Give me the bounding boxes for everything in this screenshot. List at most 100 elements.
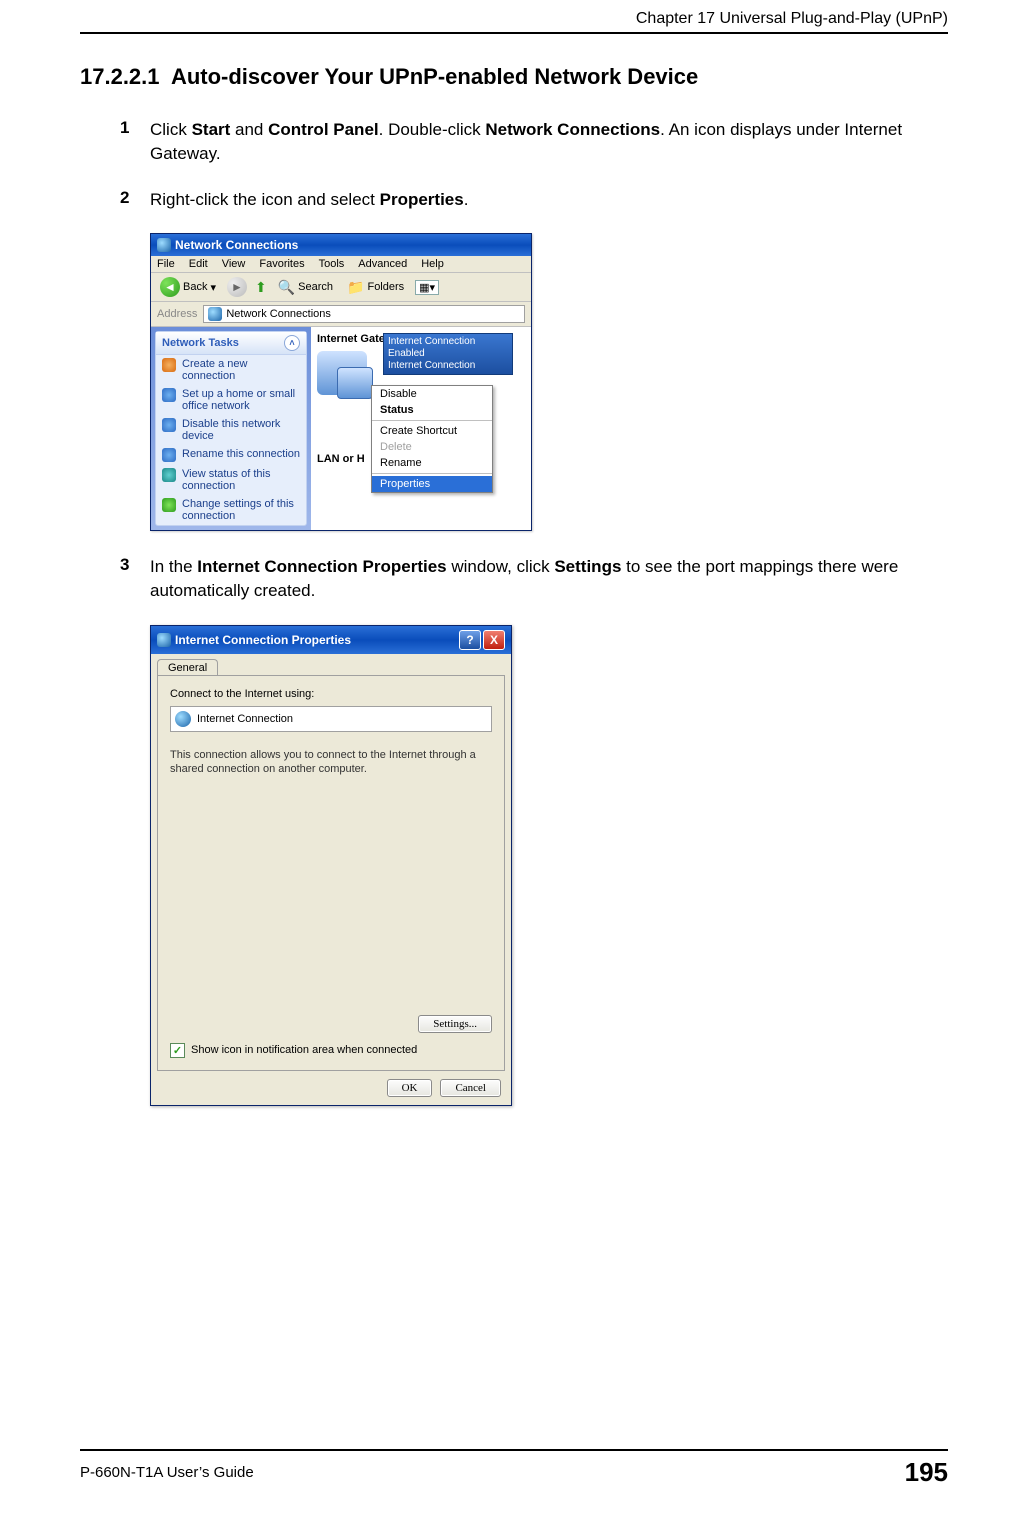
rule-bottom <box>80 1449 948 1451</box>
nc-addressbar: Address Network Connections <box>151 302 531 327</box>
folders-icon: 📁 <box>347 279 364 296</box>
help-button[interactable]: ? <box>459 630 481 650</box>
ctx-sep <box>372 420 492 421</box>
page-number: 195 <box>905 1457 948 1488</box>
guide-name: P-660N-T1A User’s Guide <box>80 1464 254 1481</box>
t: . Double-click <box>379 120 486 139</box>
search-label: Search <box>298 281 333 293</box>
forward-button[interactable]: ► <box>227 277 247 297</box>
menu-tools[interactable]: Tools <box>319 258 345 270</box>
settings-button[interactable]: Settings... <box>418 1015 492 1033</box>
context-menu: Disable Status Create Shortcut Delete Re… <box>371 385 493 493</box>
nc-menubar: File Edit View Favorites Tools Advanced … <box>151 256 531 273</box>
step-2-text: Right-click the icon and select Properti… <box>150 188 468 212</box>
network-tasks-panel: Network Tasks ˄ Create a new connection … <box>155 331 307 526</box>
folders-button[interactable]: 📁Folders <box>344 278 407 297</box>
task-label: Create a new connection <box>182 358 300 382</box>
chapter-header: Chapter 17 Universal Plug-and-Play (UPnP… <box>80 10 948 28</box>
views-button[interactable]: ▦▾ <box>415 280 439 295</box>
internet-connection-icon[interactable] <box>317 351 367 395</box>
menu-advanced[interactable]: Advanced <box>358 258 407 270</box>
t: . <box>464 190 469 209</box>
ok-button[interactable]: OK <box>387 1079 433 1097</box>
connection-desc: This connection allows you to connect to… <box>170 748 492 777</box>
t: window, click <box>447 557 555 576</box>
nc-sidebar: Network Tasks ˄ Create a new connection … <box>151 327 311 530</box>
step-2-num: 2 <box>120 188 150 212</box>
ctx-status[interactable]: Status <box>372 402 492 418</box>
menu-favorites[interactable]: Favorites <box>259 258 304 270</box>
t: Right-click the icon and select <box>150 190 380 209</box>
t: and <box>230 120 268 139</box>
menu-view[interactable]: View <box>222 258 246 270</box>
address-value: Network Connections <box>226 308 331 320</box>
search-button[interactable]: 🔍Search <box>275 278 336 297</box>
pr-title-icon <box>157 633 171 647</box>
section-title: 17.2.2.1 Auto-discover Your UPnP-enabled… <box>80 64 948 90</box>
pr-panel: Connect to the Internet using: Internet … <box>157 675 505 1071</box>
t: Control Panel <box>268 120 379 139</box>
tooltip-line: Internet Connection <box>388 360 508 372</box>
menu-edit[interactable]: Edit <box>189 258 208 270</box>
menu-file[interactable]: File <box>157 258 175 270</box>
nc-title: Network Connections <box>175 238 298 252</box>
ctx-rename[interactable]: Rename <box>372 455 492 471</box>
task-icon <box>162 468 176 482</box>
ctx-sep <box>372 473 492 474</box>
nc-body: Network Tasks ˄ Create a new connection … <box>151 327 531 530</box>
t: Click <box>150 120 192 139</box>
step-3-num: 3 <box>120 555 150 603</box>
ctx-disable[interactable]: Disable <box>372 386 492 402</box>
task-label: Disable this network device <box>182 418 300 442</box>
pr-titlebar[interactable]: Internet Connection Properties ? X <box>151 626 511 654</box>
task-change-settings[interactable]: Change settings of this connection <box>156 495 306 525</box>
task-icon <box>162 498 176 512</box>
step-1-num: 1 <box>120 118 150 166</box>
task-label: Change settings of this connection <box>182 498 300 522</box>
task-rename-connection[interactable]: Rename this connection <box>156 445 306 465</box>
task-view-status[interactable]: View status of this connection <box>156 465 306 495</box>
task-disable-device[interactable]: Disable this network device <box>156 415 306 445</box>
t: Network Connections <box>485 120 660 139</box>
nc-titlebar[interactable]: Network Connections <box>151 234 531 256</box>
task-create-connection[interactable]: Create a new connection <box>156 355 306 385</box>
network-connections-window: Network Connections File Edit View Favor… <box>150 233 532 531</box>
search-icon: 🔍 <box>278 279 295 296</box>
folders-label: Folders <box>367 281 404 293</box>
collapse-icon: ˄ <box>284 335 300 351</box>
nc-icon <box>157 238 171 252</box>
address-icon <box>208 307 222 321</box>
pr-title: Internet Connection Properties <box>175 633 351 647</box>
connect-label: Connect to the Internet using: <box>170 688 492 700</box>
task-label: Set up a home or small office network <box>182 388 300 412</box>
up-button[interactable]: ⬆ <box>255 279 267 296</box>
tooltip-line: Enabled <box>388 348 508 360</box>
connection-box[interactable]: Internet Connection <box>170 706 492 732</box>
task-label: View status of this connection <box>182 468 300 492</box>
close-button[interactable]: X <box>483 630 505 650</box>
show-icon-row[interactable]: ✓ Show icon in notification area when co… <box>170 1043 492 1058</box>
show-icon-checkbox[interactable]: ✓ <box>170 1043 185 1058</box>
cancel-button[interactable]: Cancel <box>440 1079 501 1097</box>
rule-top <box>80 32 948 34</box>
task-icon <box>162 448 176 462</box>
task-icon <box>162 418 176 432</box>
t: In the <box>150 557 197 576</box>
tab-general[interactable]: General <box>157 659 218 676</box>
address-input[interactable]: Network Connections <box>203 305 525 323</box>
pr-body: General Connect to the Internet using: I… <box>151 654 511 1105</box>
t: Internet Connection Properties <box>197 557 446 576</box>
task-setup-network[interactable]: Set up a home or small office network <box>156 385 306 415</box>
properties-dialog: Internet Connection Properties ? X Gener… <box>150 625 512 1106</box>
t: Start <box>192 120 231 139</box>
ctx-create-shortcut[interactable]: Create Shortcut <box>372 423 492 439</box>
ctx-properties[interactable]: Properties <box>372 476 492 492</box>
network-tasks-head[interactable]: Network Tasks ˄ <box>156 332 306 355</box>
task-icon <box>162 388 176 402</box>
back-button[interactable]: ◄Back ▾ <box>157 276 219 298</box>
ctx-delete: Delete <box>372 439 492 455</box>
step-2: 2 Right-click the icon and select Proper… <box>120 188 948 212</box>
step-3-text: In the Internet Connection Properties wi… <box>150 555 948 603</box>
menu-help[interactable]: Help <box>421 258 444 270</box>
step-1-text: Click Start and Control Panel. Double-cl… <box>150 118 948 166</box>
